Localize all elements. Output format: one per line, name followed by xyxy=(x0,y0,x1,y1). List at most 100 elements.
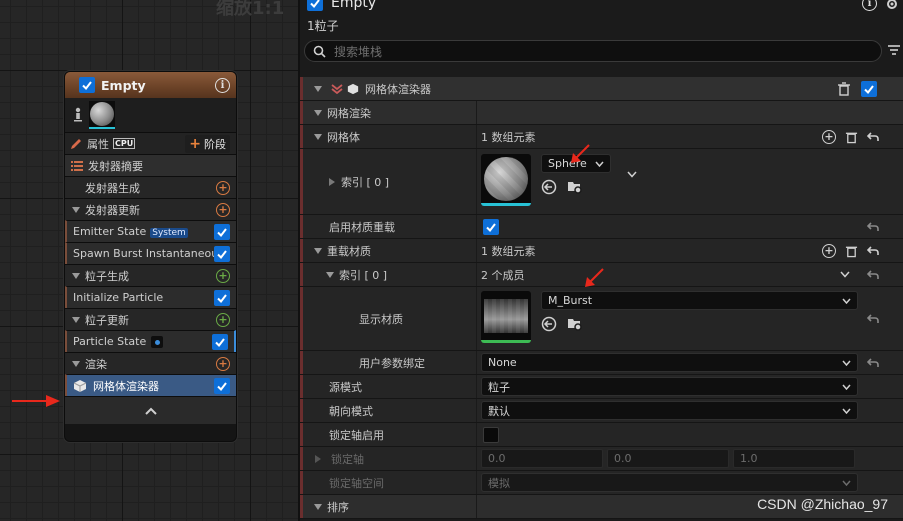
system-tag: System xyxy=(150,228,188,238)
chevron-down-icon[interactable] xyxy=(627,171,637,178)
node-row-emitter-state[interactable]: Emitter State System xyxy=(65,220,236,242)
module-enable-checkbox[interactable] xyxy=(212,333,228,350)
graph-canvas[interactable]: 缩放1:1 Empty i 属性 CPU + 阶段 发射器摘要 发射器生成 + … xyxy=(0,0,298,521)
expand-arrow-icon[interactable] xyxy=(314,133,322,140)
node-row-emitter-summary[interactable]: 发射器摘要 xyxy=(65,154,236,176)
expand-arrow-icon[interactable] xyxy=(72,272,80,279)
chevron-stack-icon xyxy=(331,83,343,94)
emitter-enable-checkbox[interactable] xyxy=(307,0,323,11)
add-stage-button[interactable]: + 阶段 xyxy=(185,134,230,153)
node-row-particle-state[interactable]: Particle State xyxy=(65,330,236,352)
row-label: Spawn Burst Instantaneous xyxy=(73,247,214,260)
info-icon[interactable]: i xyxy=(862,0,877,11)
module-enable-checkbox[interactable] xyxy=(214,245,230,262)
selection-name: Empty xyxy=(331,0,377,11)
tab-cpu[interactable]: CPU xyxy=(113,138,136,149)
expand-arrow-icon[interactable] xyxy=(329,177,335,186)
property-facing-mode: 朝向模式 默认 xyxy=(300,399,903,423)
expand-arrow-icon[interactable] xyxy=(326,271,334,278)
node-row-emitter-update[interactable]: 发射器更新 + xyxy=(65,198,236,220)
lock-axis-y-input[interactable]: 0.0 xyxy=(607,449,729,468)
search-input[interactable]: 搜索堆栈 xyxy=(304,40,882,62)
enable-override-checkbox[interactable] xyxy=(483,218,499,235)
sphere-preview-icon xyxy=(90,102,114,126)
reset-icon[interactable] xyxy=(867,357,879,368)
node-row-particle-update[interactable]: 粒子更新 + xyxy=(65,308,236,330)
emitter-enable-checkbox[interactable] xyxy=(79,77,95,93)
node-row-particle-spawn[interactable]: 粒子生成 + xyxy=(65,264,236,286)
browse-asset-icon[interactable] xyxy=(567,179,583,195)
material-asset-dropdown[interactable]: M_Burst xyxy=(541,291,858,310)
trash-icon[interactable] xyxy=(837,81,851,96)
lock-axis-space-dropdown[interactable]: 模拟 xyxy=(481,473,858,492)
row-label: 网格体渲染器 xyxy=(93,379,159,393)
emitter-node[interactable]: Empty i 属性 CPU + 阶段 发射器摘要 发射器生成 + 发射器更新 … xyxy=(64,71,237,442)
lock-axis-z-input[interactable]: 1.0 xyxy=(733,449,855,468)
tab-properties[interactable]: 属性 xyxy=(87,136,109,152)
property-label: 锁定轴空间 xyxy=(329,476,384,490)
reset-icon[interactable] xyxy=(867,269,879,280)
use-selected-icon[interactable] xyxy=(541,316,557,332)
node-row-initialize-particle[interactable]: Initialize Particle xyxy=(65,286,236,308)
info-icon[interactable]: i xyxy=(215,77,230,93)
lock-axis-checkbox[interactable] xyxy=(483,426,499,443)
add-module-icon[interactable]: + xyxy=(216,356,230,371)
add-module-icon[interactable]: + xyxy=(216,312,230,327)
renderer-header-row[interactable]: 网格体渲染器 xyxy=(300,77,903,101)
node-row-render[interactable]: 渲染 + xyxy=(65,352,236,374)
chevron-down-icon[interactable] xyxy=(840,271,850,278)
expand-arrow-icon[interactable] xyxy=(314,109,322,116)
browse-asset-icon[interactable] xyxy=(567,316,583,332)
emitter-thumbnail[interactable] xyxy=(89,101,115,129)
expand-arrow-icon[interactable] xyxy=(314,85,322,92)
add-module-icon[interactable]: + xyxy=(216,268,230,283)
filter-icon[interactable] xyxy=(887,44,901,56)
node-header[interactable]: Empty i xyxy=(65,72,236,98)
row-label: 粒子更新 xyxy=(85,313,129,327)
category-label: 排序 xyxy=(327,500,349,514)
row-label: 渲染 xyxy=(85,357,107,371)
property-label: 索引 [ 0 ] xyxy=(339,268,388,282)
expand-arrow-icon[interactable] xyxy=(72,316,80,323)
source-mode-dropdown[interactable]: 粒子 xyxy=(481,377,858,396)
pencil-icon xyxy=(71,138,81,149)
property-label: 用户参数绑定 xyxy=(359,356,425,370)
property-override-materials: 重载材质 1 数组元素 + xyxy=(300,239,903,263)
expand-arrow-icon[interactable] xyxy=(314,503,322,510)
reset-icon[interactable] xyxy=(867,131,879,142)
facing-mode-dropdown[interactable]: 默认 xyxy=(481,401,858,420)
property-lock-axis-space: 锁定轴空间 模拟 xyxy=(300,471,903,495)
trash-icon[interactable] xyxy=(845,130,858,144)
material-thumbnail[interactable] xyxy=(481,291,531,343)
expand-arrow-icon[interactable] xyxy=(72,206,80,213)
expand-arrow-icon[interactable] xyxy=(314,247,322,254)
reset-icon[interactable] xyxy=(867,245,879,256)
row-label: Emitter State xyxy=(73,225,147,238)
module-enable-checkbox[interactable] xyxy=(214,289,230,306)
user-param-dropdown[interactable]: None xyxy=(481,353,858,372)
trash-icon[interactable] xyxy=(845,244,858,258)
add-element-icon[interactable]: + xyxy=(822,129,836,144)
gear-icon[interactable] xyxy=(885,0,899,11)
row-label: 发射器生成 xyxy=(85,181,140,195)
node-collapse-button[interactable] xyxy=(65,396,236,424)
node-row-spawn-burst[interactable]: Spawn Burst Instantaneous xyxy=(65,242,236,264)
renderer-enable-checkbox[interactable] xyxy=(861,80,877,97)
node-row-emitter-spawn[interactable]: 发射器生成 + xyxy=(65,176,236,198)
expand-arrow-icon[interactable] xyxy=(315,454,321,463)
node-row-mesh-renderer[interactable]: 网格体渲染器 xyxy=(65,374,236,396)
add-module-icon[interactable]: + xyxy=(216,202,230,217)
category-mesh-rendering[interactable]: 网格渲染 xyxy=(300,101,903,125)
list-icon xyxy=(71,160,83,171)
module-enable-checkbox[interactable] xyxy=(214,223,230,240)
renderer-enable-checkbox[interactable] xyxy=(214,377,230,394)
add-module-icon[interactable]: + xyxy=(216,180,230,195)
reset-icon[interactable] xyxy=(867,313,879,324)
lock-axis-x-input[interactable]: 0.0 xyxy=(481,449,603,468)
search-icon xyxy=(313,45,326,58)
mesh-thumbnail[interactable] xyxy=(481,154,531,206)
use-selected-icon[interactable] xyxy=(541,179,557,195)
expand-arrow-icon[interactable] xyxy=(72,360,80,367)
reset-icon[interactable] xyxy=(867,221,879,232)
add-element-icon[interactable]: + xyxy=(822,243,836,258)
